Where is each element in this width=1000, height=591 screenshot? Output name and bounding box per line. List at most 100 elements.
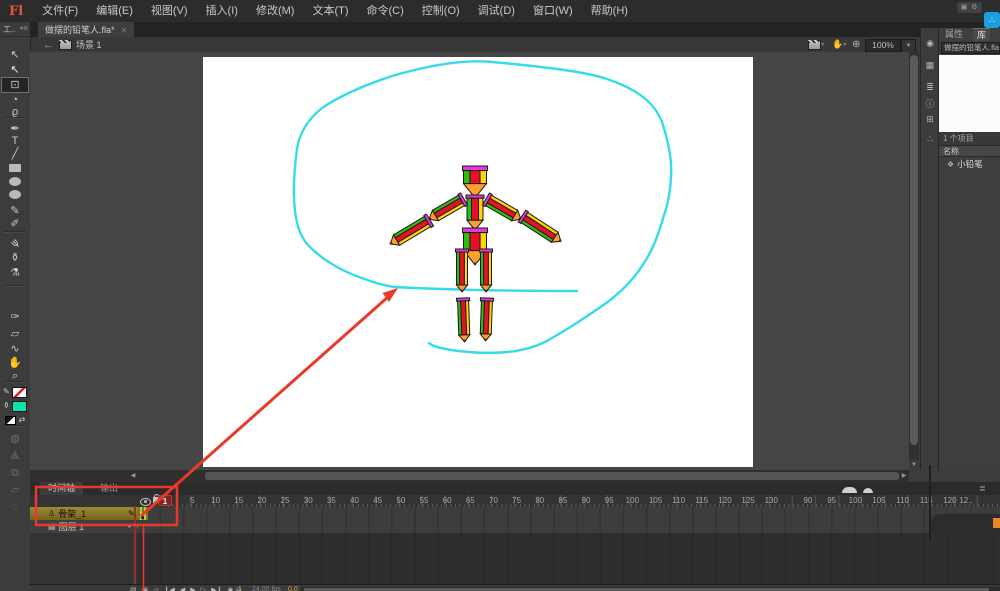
onion-skin-icon[interactable] [842, 487, 857, 493]
hscroll-thumb[interactable] [205, 472, 899, 480]
tool-option-2[interactable]: ⧉ [2, 466, 28, 480]
menu-item-7[interactable]: 控制(O) [413, 5, 469, 17]
onion-outline-icon[interactable] [863, 488, 873, 493]
menu-item-1[interactable]: 编辑(E) [87, 5, 142, 17]
new-layer-icon: ▤ [130, 587, 137, 591]
document-tab[interactable]: 做摆的铅笔人.fla* × [38, 22, 134, 37]
free-transform-tool[interactable]: ⊡ [1, 77, 29, 93]
playhead-marker[interactable]: 1 [158, 495, 172, 506]
layer-row-0[interactable]: ♙骨架_1✎•• [30, 507, 167, 520]
panel-dock: ◉ ▦ ≣ ⓘ ⊞ ∴ [920, 28, 939, 470]
menu-item-6[interactable]: 命令(C) [358, 5, 413, 17]
tool-option-3[interactable]: ▱ [2, 483, 28, 497]
menu-item-4[interactable]: 修改(M) [247, 5, 304, 17]
swap-colors-icon[interactable]: ⇄ [19, 413, 26, 427]
brush-tool[interactable]: ✐ [2, 217, 28, 231]
menu-item-5[interactable]: 文本(T) [303, 5, 357, 17]
toolbar-divider [4, 231, 26, 233]
library-name-column-header[interactable]: 名称 [939, 145, 1000, 157]
tool-option-0[interactable]: ◍ [2, 432, 28, 446]
hscroll-right-arrow-icon[interactable]: ▶ [899, 471, 909, 481]
layer-name[interactable]: 图层 1 [59, 520, 85, 533]
orange-fragment [993, 518, 1000, 528]
ink-bottle-tool[interactable]: ⚗ [2, 266, 28, 280]
tab-library[interactable]: 库 [973, 28, 991, 41]
library-item-count: 1 个项目 [939, 132, 1000, 145]
timeline-header: 5 10 15 20 25 30 35 40 45 50 55 60 65 70 75 80 85 90 95 100… [30, 494, 1000, 507]
tool-option-4[interactable]: ◌ [2, 500, 28, 514]
center-stage-icon[interactable]: ⊕ [852, 37, 860, 52]
hand-tool[interactable]: ✋ [2, 356, 28, 370]
playhead-line[interactable] [134, 506, 136, 584]
library-item[interactable]: ❖ 小铅笔 [939, 158, 1000, 171]
library-document-dropdown[interactable]: 做摆的铅笔人.fla [941, 42, 1000, 54]
tools-panel-header[interactable]: 工.. ▾≣ [0, 22, 30, 37]
timeline-panel-menu-icon[interactable]: ≣ [979, 484, 986, 493]
visibility-dot[interactable]: • [128, 522, 131, 531]
pencil-left-thigh [455, 248, 469, 293]
fill-color-swatch-row: ⚱ [2, 399, 29, 413]
menu-item-10[interactable]: 帮助(H) [582, 5, 637, 17]
line-tool[interactable]: ╱ [2, 147, 28, 161]
rectangle-tool[interactable] [2, 161, 28, 175]
menu-item-9[interactable]: 窗口(W) [524, 5, 582, 17]
edit-scene-icon[interactable]: ▾ [808, 37, 824, 52]
menu-item-3[interactable]: 插入(I) [197, 5, 247, 17]
vscroll-down-arrow-icon[interactable]: ▼ [909, 460, 919, 470]
vscroll-thumb[interactable] [910, 55, 918, 445]
hscroll-left-arrow-icon[interactable]: ◀ [128, 471, 138, 481]
text-tool[interactable]: T [2, 134, 28, 148]
menu-item-0[interactable]: 文件(F) [33, 5, 87, 17]
info-icon[interactable]: ⓘ [922, 96, 938, 110]
stage-artwork[interactable] [30, 52, 909, 470]
normal-layer-icon: ▤ [48, 522, 56, 531]
pencil-right-calf [479, 297, 495, 342]
timeline-bottom-icons[interactable]: ▤ ▣ ▱ ❙◀ ◀ ▶ ▷ ▶❙ ◉ ◎ [130, 586, 241, 591]
pose-keyframe-cell[interactable] [138, 507, 148, 520]
blue-app-badge-icon[interactable]: ∴ [984, 12, 1000, 28]
polystar-tool[interactable] [2, 187, 28, 201]
menu-item-2[interactable]: 视图(V) [142, 5, 197, 17]
edit-symbols-icon[interactable]: ✋ ▾ [832, 37, 846, 52]
frames-row-0[interactable] [138, 507, 1000, 520]
stroke-color-swatch[interactable] [11, 386, 27, 398]
transform-icon[interactable]: ⊞ [922, 112, 938, 126]
brush-library-icon[interactable]: ∴ [922, 132, 938, 146]
timeline-empty-area[interactable] [138, 533, 1000, 584]
tab-close-icon[interactable]: × [122, 25, 127, 35]
graphic-symbol-icon: ❖ [947, 160, 955, 169]
layer-row-1[interactable]: ▤图层 1•• [30, 520, 167, 533]
selection-tool[interactable]: ↖ [2, 48, 28, 62]
oval-tool[interactable] [2, 174, 28, 188]
frame-rate-indicator[interactable]: 24.00 fps [252, 586, 281, 591]
paint-bucket-tool[interactable]: ⚱ [2, 251, 28, 265]
stage-horizontal-scrollbar[interactable]: ◀ ▶ [30, 470, 909, 482]
pencil-tool[interactable]: ✎ [2, 204, 28, 218]
fill-color-swatch[interactable] [11, 400, 27, 412]
motion-presets-icon[interactable]: ◉ [922, 36, 938, 50]
tab-timeline[interactable]: 时间轴 [40, 482, 84, 495]
tool-option-1[interactable]: ⟁ [2, 449, 28, 463]
timeline-scrollbar[interactable] [300, 587, 1000, 591]
titlebar-widgets[interactable]: ▣ ⚙ [957, 2, 982, 13]
frames-row-1[interactable] [138, 520, 1000, 533]
show-hide-eye-icon[interactable] [140, 498, 151, 506]
stage-zoom-value[interactable]: 100% [865, 39, 901, 52]
panel-collapse-icon[interactable]: ▾≣ [20, 22, 28, 37]
pencil-left-upper-arm [428, 192, 469, 222]
swatches-icon[interactable]: ▦ [922, 58, 938, 72]
eyedropper-tool[interactable]: ✑ [2, 310, 28, 324]
subselection-tool[interactable]: ↖ [2, 63, 28, 77]
tab-properties[interactable]: 属性 [941, 28, 967, 40]
tab-output[interactable]: 输出 [92, 482, 126, 495]
align-icon[interactable]: ≣ [922, 80, 938, 94]
black-white-icon[interactable] [4, 415, 16, 425]
back-arrow-icon[interactable]: ← [43, 37, 54, 52]
menu-item-8[interactable]: 调试(D) [469, 5, 524, 17]
width-tool[interactable]: ∿ [2, 342, 28, 356]
armature-layer-icon: ♙ [48, 509, 56, 518]
scene-label[interactable]: 场景 1 [76, 37, 102, 52]
eraser-tool[interactable]: ▱ [2, 327, 28, 341]
stage-vertical-scrollbar[interactable]: ▼ [909, 52, 919, 470]
layer-name[interactable]: 骨架_1 [58, 507, 86, 520]
